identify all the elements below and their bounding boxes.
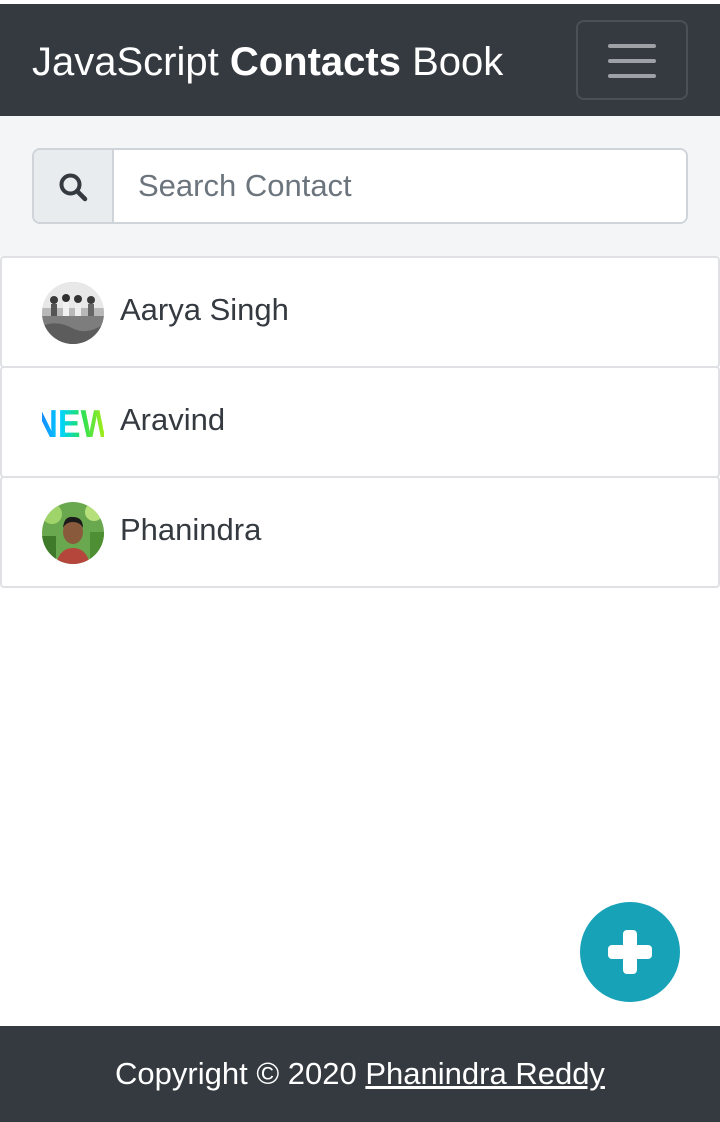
contact-item-aarya-singh[interactable]: Aarya Singh [0, 256, 720, 368]
navbar: JavaScript Contacts Book [0, 4, 720, 116]
portrait-photo-avatar [42, 502, 104, 564]
hamburger-bar [608, 59, 656, 63]
brand-prefix: JavaScript [32, 40, 230, 84]
contact-name: Aravind [120, 402, 226, 437]
contact-item-aravind[interactable]: NEW Aravind [0, 366, 720, 478]
search-addon [34, 150, 114, 222]
brand-suffix: Book [401, 40, 504, 84]
add-contact-button[interactable] [580, 902, 680, 1002]
plus-icon [608, 930, 652, 974]
hamburger-bar [608, 74, 656, 78]
svg-text:NEW: NEW [42, 402, 104, 446]
search-area [0, 116, 720, 256]
author-link[interactable]: Phanindra Reddy [365, 1056, 605, 1091]
brand-bold: Contacts [229, 40, 401, 84]
contact-name: Aarya Singh [120, 292, 289, 327]
contact-list: Aarya Singh NEW Aravind [0, 256, 720, 588]
search-group [32, 148, 688, 224]
group-photo-avatar [42, 282, 104, 344]
footer: Copyright © 2020 Phanindra Reddy [0, 1026, 720, 1122]
contact-name: Phanindra [120, 512, 262, 547]
new-text-avatar: NEW [42, 392, 104, 454]
search-icon [59, 173, 88, 202]
copyright-text: Copyright © 2020 [115, 1056, 366, 1091]
menu-toggle-button[interactable] [576, 20, 688, 100]
contact-item-phanindra[interactable]: Phanindra [0, 476, 720, 588]
app-brand[interactable]: JavaScript Contacts Book [32, 38, 503, 86]
hamburger-menu-icon [608, 44, 656, 48]
search-input[interactable] [116, 150, 686, 222]
